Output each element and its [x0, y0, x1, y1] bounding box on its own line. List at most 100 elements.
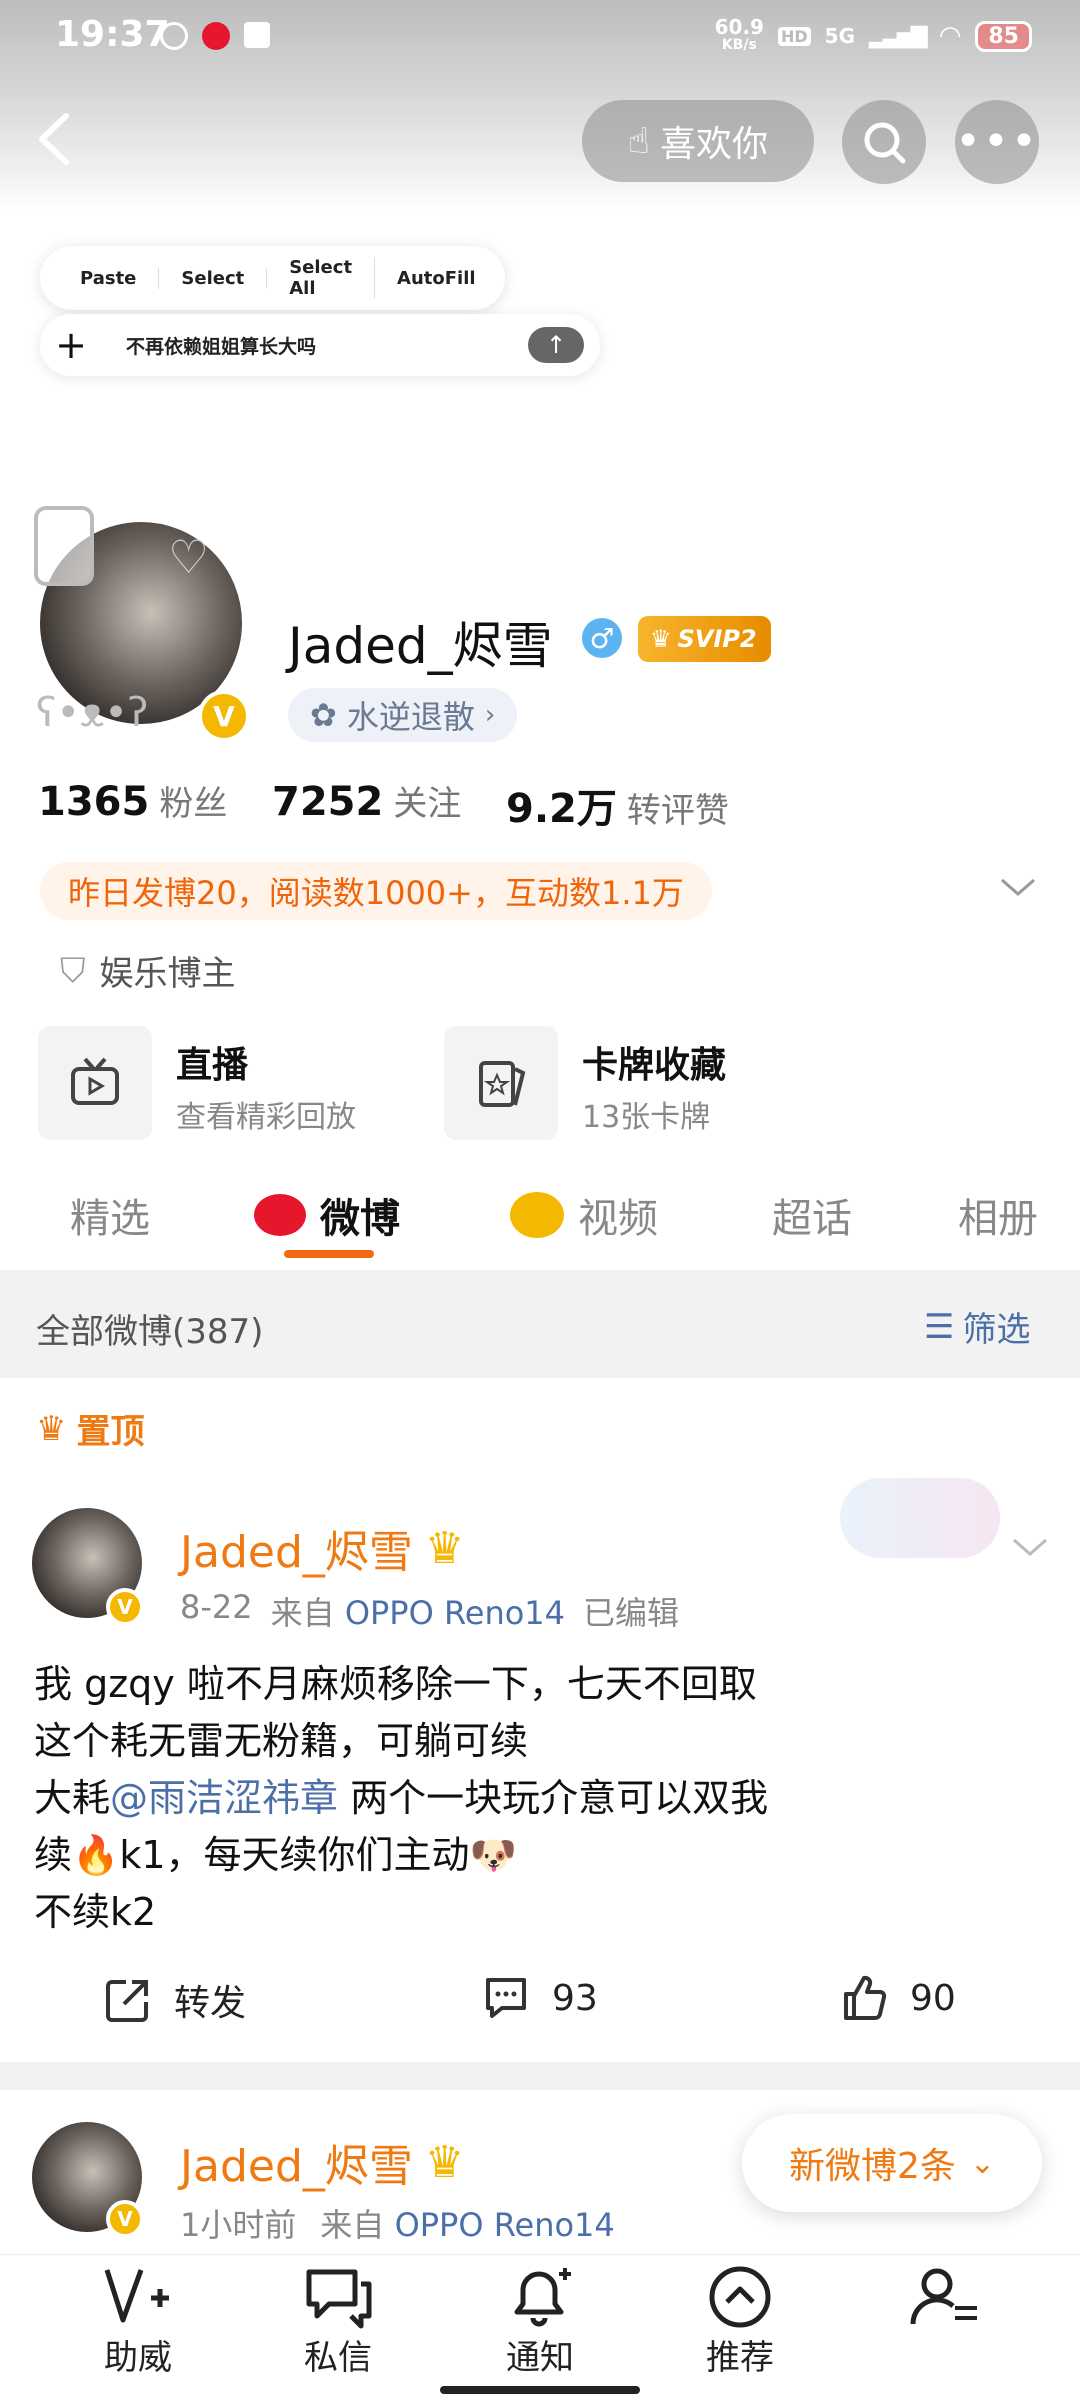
daily-summary-chip[interactable]: 昨日发博20，阅读数1000+，互动数1.1万: [40, 862, 712, 920]
stat-following[interactable]: 7252 关注: [272, 776, 461, 825]
lotus-icon: ✿: [310, 696, 337, 734]
comment-input-row: + 不再依赖姐姐算长大吗 ↑: [40, 314, 600, 376]
signal-icon: ▂▃▅▇: [869, 23, 928, 49]
filter-label: 筛选: [962, 1310, 1031, 1350]
post-line-text: k1，每天续你们主动: [119, 1833, 470, 1877]
repost-icon: [106, 1980, 148, 2022]
pinned-label: 置顶: [76, 1412, 145, 1452]
nav-messages[interactable]: 私信: [278, 2264, 398, 2379]
live-card-subtitle: 查看精彩回放: [176, 1100, 356, 1135]
new-posts-toast[interactable]: 新微博2条 ⌄: [742, 2114, 1042, 2212]
post-menu-chevron-icon[interactable]: [1010, 1532, 1050, 1566]
post-author-row[interactable]: Jaded_烬雪 ♛: [180, 1516, 464, 1580]
post-line-text: 大耗: [34, 1776, 111, 1820]
pinned-label-row: ♛ 置顶: [36, 1404, 144, 1453]
more-button[interactable]: •••: [955, 100, 1039, 184]
verified-v-badge: V: [198, 690, 250, 742]
gender-male-icon: ♂: [582, 618, 622, 658]
post-line: 这个耗无雷无粉籍，可躺可续: [34, 1719, 529, 1763]
tab-album[interactable]: 相册: [958, 1186, 1038, 1244]
autofill-button[interactable]: AutoFill: [375, 268, 498, 289]
post-device-link[interactable]: OPPO Reno14: [395, 2206, 615, 2244]
post-device-link[interactable]: OPPO Reno14: [345, 1594, 565, 1632]
select-button[interactable]: Select: [159, 267, 268, 289]
active-tab-indicator: [284, 1250, 374, 1258]
wifi-icon: ◠: [938, 21, 962, 51]
filter-icon: ☰: [924, 1306, 955, 1347]
repost-button[interactable]: 转发: [104, 1974, 246, 2026]
tab-super-topic[interactable]: 超话: [772, 1186, 852, 1244]
nav-messages-label: 私信: [304, 2338, 372, 2378]
card-collection-title[interactable]: 卡牌收藏: [582, 1036, 726, 1088]
nav-cheer-label: 助威: [104, 2338, 172, 2378]
post-line: 我 gzqy 啦不月麻烦移除一下，七天不回取: [34, 1662, 757, 1706]
video-app-icon: [244, 22, 270, 48]
category-label: 娱乐博主: [99, 954, 236, 994]
card-collection-subtitle: 13张卡牌: [582, 1100, 711, 1135]
post-author-name: Jaded_烬雪: [180, 2141, 413, 2192]
stat-number: 7252: [272, 779, 384, 825]
bear-decoration-icon: ʕ•ᴥ•ʔ: [36, 690, 149, 736]
more-dots-icon: •••: [955, 116, 1039, 167]
post-decoration-sticker: [840, 1478, 1000, 1558]
mention-link[interactable]: @雨洁涩祎章: [110, 1776, 338, 1820]
tab-weibo-label: 微博: [320, 1196, 400, 1242]
nav-notifications-label: 通知: [506, 2338, 574, 2378]
profile-tag-chip[interactable]: ✿ 水逆退散 ›: [288, 688, 518, 742]
double-chevron-down-icon: ⌄: [969, 2145, 996, 2181]
like-post-button[interactable]: 90: [840, 1974, 956, 2022]
nav-recommend[interactable]: 推荐: [680, 2264, 800, 2379]
shield-icon: ⛉: [60, 950, 86, 991]
back-arrow-icon: [39, 113, 69, 165]
thumbs-up-icon: [844, 1975, 887, 2020]
comment-input[interactable]: 不再依赖姐姐算长大吗: [102, 332, 528, 359]
post-from-label: 来自: [320, 2206, 385, 2244]
comment-button[interactable]: 93: [482, 1974, 598, 2022]
stat-number: 1365: [38, 779, 150, 825]
section-title: 全部微博(387): [36, 1312, 264, 1352]
back-button[interactable]: [30, 108, 82, 170]
post-line: 大耗@雨洁涩祎章 两个一块玩介意可以双我: [34, 1770, 1044, 1827]
like-button[interactable]: ☝ 喜欢你: [582, 100, 814, 182]
tab-video[interactable]: 视频: [510, 1186, 658, 1244]
stat-fans[interactable]: 1365 粉丝: [38, 776, 227, 825]
play-icon: [160, 22, 188, 50]
stat-interactions[interactable]: 9.2万 转评赞: [506, 776, 729, 834]
post-author-row[interactable]: Jaded_烬雪 ♛: [180, 2130, 464, 2194]
stat-number: 9.2万: [506, 786, 617, 832]
network-unit: KB/s: [721, 37, 757, 53]
svip-badge[interactable]: ♛ SVIP2: [638, 616, 771, 662]
bell-icon: [514, 2268, 571, 2327]
post-from-label: 来自: [270, 1594, 335, 1632]
video-tab-icon: [510, 1192, 564, 1238]
nav-profile-switch[interactable]: [884, 2264, 1004, 2330]
tab-weibo[interactable]: 微博: [254, 1186, 400, 1244]
live-card-title[interactable]: 直播: [176, 1036, 248, 1088]
post-edited-label: 已编辑: [583, 1594, 680, 1632]
send-button[interactable]: ↑: [528, 327, 584, 363]
post-line: 续🔥k1，每天续你们主动🐶: [34, 1827, 1044, 1884]
nav-cheer[interactable]: 助威: [78, 2264, 198, 2379]
heart-decoration-icon: ♡: [168, 530, 210, 584]
stat-label: 关注: [393, 784, 462, 824]
select-all-button[interactable]: Select All: [267, 257, 376, 299]
chevron-right-icon: ›: [484, 700, 496, 730]
post-line: 不续k2: [34, 1890, 157, 1934]
post-author-name: Jaded_烬雪: [180, 1527, 413, 1578]
nav-notifications[interactable]: 通知: [480, 2264, 600, 2379]
stat-label: 粉丝: [159, 784, 228, 824]
new-posts-label: 新微博2条: [788, 2146, 956, 2187]
card-collection-icon-box[interactable]: [444, 1026, 558, 1140]
add-icon[interactable]: +: [40, 323, 102, 367]
paste-button[interactable]: Paste: [58, 267, 160, 289]
expand-chevron-icon[interactable]: [998, 872, 1038, 906]
network-speed: 60.9: [714, 15, 764, 39]
text-selection-toolbar: Paste Select Select All AutoFill: [40, 246, 505, 310]
profile-tag: 水逆退散: [346, 698, 475, 736]
recommend-up-icon: [709, 2266, 771, 2328]
filter-button[interactable]: ☰ 筛选: [924, 1302, 1030, 1351]
status-time: 19:37: [55, 14, 170, 55]
search-button[interactable]: [842, 100, 926, 184]
tab-featured[interactable]: 精选: [70, 1186, 150, 1244]
live-card-icon-box[interactable]: [38, 1026, 152, 1140]
